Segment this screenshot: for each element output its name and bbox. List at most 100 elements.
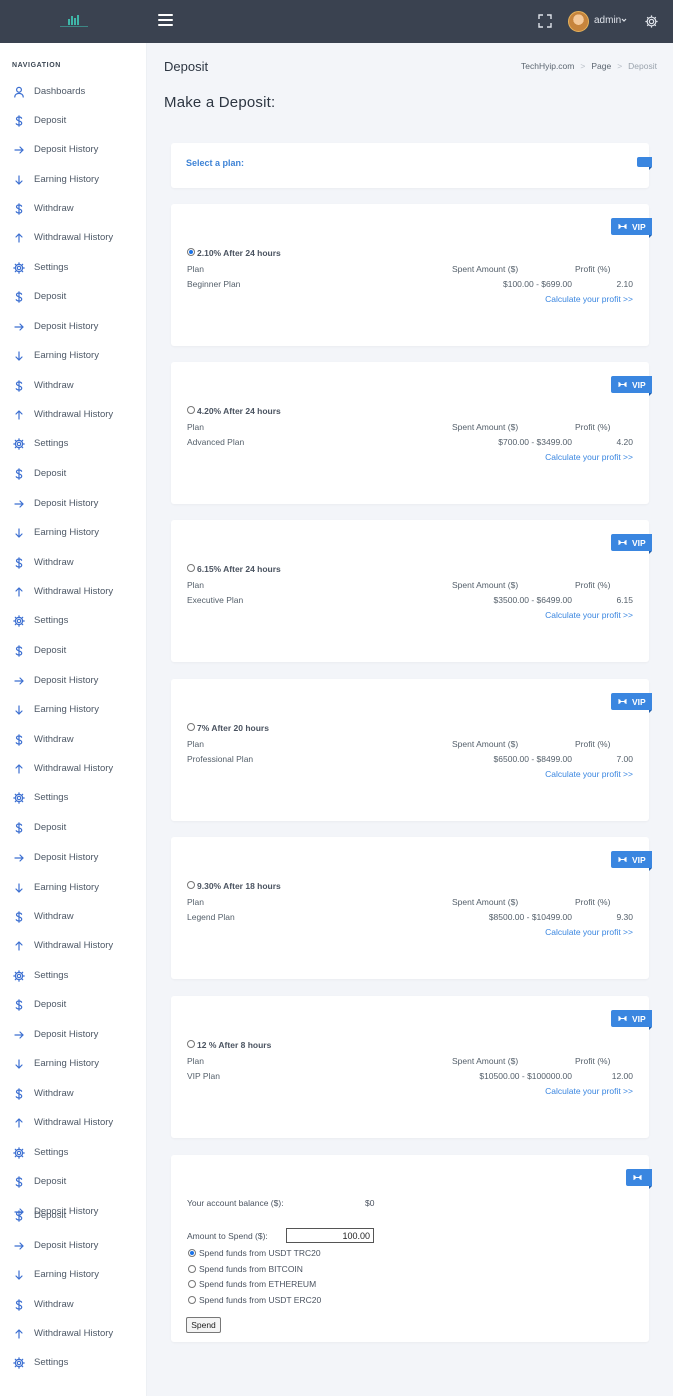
plan-radio[interactable] <box>187 406 195 414</box>
vip-badge[interactable]: VIP <box>611 218 652 238</box>
calculate-profit-link[interactable]: Calculate your profit >> <box>545 769 633 779</box>
payment-option-label: Spend funds from USDT TRC20 <box>199 1248 321 1258</box>
spend-button[interactable]: Spend <box>186 1317 221 1333</box>
expand-arrows-icon <box>618 1016 627 1021</box>
sidebar-item-label: Earning History <box>34 882 99 893</box>
plan-radio[interactable] <box>187 1040 195 1048</box>
vip-badge-label: VIP <box>632 697 646 707</box>
chevron-down-icon[interactable] <box>621 17 627 23</box>
logo[interactable] <box>58 13 90 29</box>
sidebar-item-withdraw[interactable]: Withdraw <box>0 907 146 927</box>
calculate-profit-link[interactable]: Calculate your profit >> <box>545 927 633 937</box>
sidebar-item-label: Deposit <box>34 291 67 302</box>
sidebar-item-withdrawal-history[interactable]: Withdrawal History <box>0 1324 146 1344</box>
sidebar-item-settings[interactable]: Settings <box>0 611 146 631</box>
sidebar-item-earning-history[interactable]: Earning History <box>0 1265 146 1285</box>
sidebar-item-deposit-history[interactable]: Deposit History <box>0 1236 146 1256</box>
arrow-down-icon <box>15 883 23 893</box>
dollar-icon <box>15 911 23 923</box>
gear-icon[interactable] <box>644 14 659 29</box>
plan-range: $6500.00 - $8499.00 <box>493 754 572 764</box>
sidebar-item-deposit-history[interactable]: Deposit History <box>0 671 146 691</box>
sidebar-item-deposit-history[interactable]: Deposit History <box>0 848 146 868</box>
sidebar-item-deposit[interactable]: Deposit <box>0 1206 146 1226</box>
payment-radio[interactable] <box>188 1264 196 1273</box>
payment-radio[interactable] <box>188 1280 196 1288</box>
sidebar-item-settings[interactable]: Settings <box>0 788 146 808</box>
plan-radio[interactable] <box>187 723 195 731</box>
plan-radio[interactable] <box>187 248 195 256</box>
expand-badge[interactable] <box>626 1169 652 1189</box>
avatar[interactable] <box>568 11 589 32</box>
fullscreen-icon[interactable] <box>538 14 552 28</box>
sidebar-item-withdraw[interactable]: Withdraw <box>0 199 146 219</box>
sidebar-item-deposit[interactable]: Deposit <box>0 464 146 484</box>
arrow-right-icon <box>14 854 24 862</box>
breadcrumb-page[interactable]: Page <box>591 61 611 71</box>
sidebar-item-earning-history[interactable]: Earning History <box>0 346 146 366</box>
profit-column-header: Profit (%) <box>575 739 611 749</box>
sidebar-item-withdrawal-history[interactable]: Withdrawal History <box>0 582 146 602</box>
sidebar-item-earning-history[interactable]: Earning History <box>0 523 146 543</box>
sidebar-item-withdraw[interactable]: Withdraw <box>0 1295 146 1315</box>
sidebar-item-earning-history[interactable]: Earning History <box>0 878 146 898</box>
menu-icon[interactable] <box>158 14 173 28</box>
vip-badge[interactable]: VIP <box>611 376 652 396</box>
amount-input[interactable] <box>286 1228 374 1243</box>
vip-badge[interactable]: VIP <box>611 851 652 871</box>
sidebar-item-deposit[interactable]: Deposit <box>0 287 146 307</box>
sidebar-item-earning-history[interactable]: Earning History <box>0 170 146 190</box>
vip-badge[interactable]: VIP <box>611 693 652 713</box>
sidebar-item-deposit[interactable]: Deposit <box>0 641 146 661</box>
sidebar-item-deposit[interactable]: Deposit <box>0 111 146 131</box>
sidebar-item-settings[interactable]: Settings <box>0 258 146 278</box>
sidebar-item-deposit-history[interactable]: Deposit History <box>0 140 146 160</box>
sidebar-item-earning-history[interactable]: Earning History <box>0 700 146 720</box>
vip-badge[interactable]: VIP <box>611 534 652 554</box>
profit-column-header: Profit (%) <box>575 897 611 907</box>
sidebar-item-withdraw[interactable]: Withdraw <box>0 730 146 750</box>
sidebar-item-label: Withdraw <box>34 557 74 568</box>
top-bar: admin <box>0 0 673 43</box>
sidebar-item-deposit-history[interactable]: Deposit History <box>0 1025 146 1045</box>
sidebar-item-deposit[interactable]: Deposit <box>0 818 146 838</box>
sidebar-item-withdrawal-history[interactable]: Withdrawal History <box>0 1113 146 1133</box>
sidebar-item-withdrawal-history[interactable]: Withdrawal History <box>0 759 146 779</box>
sidebar-item-withdraw[interactable]: Withdraw <box>0 553 146 573</box>
arrow-up-icon <box>15 410 23 420</box>
sidebar-item-settings[interactable]: Settings <box>0 1353 146 1373</box>
sidebar-item-withdrawal-history[interactable]: Withdrawal History <box>0 228 146 248</box>
plan-radio[interactable] <box>187 881 195 889</box>
breadcrumb-home[interactable]: TechHyip.com <box>521 61 574 71</box>
sidebar-item-label: Earning History <box>34 704 99 715</box>
sidebar-item-settings[interactable]: Settings <box>0 966 146 986</box>
payment-radio[interactable] <box>188 1295 196 1304</box>
sidebar-item-settings[interactable]: Settings <box>0 1143 146 1163</box>
sidebar-item-earning-history[interactable]: Earning History <box>0 1054 146 1074</box>
dollar-icon <box>15 1210 23 1222</box>
vip-badge[interactable]: VIP <box>611 1010 652 1030</box>
sidebar-item-label: Earning History <box>34 350 99 361</box>
dollar-icon <box>15 468 23 480</box>
page-title: Deposit <box>164 59 209 74</box>
plan-title: 6.15% After 24 hours <box>197 564 281 574</box>
calculate-profit-link[interactable]: Calculate your profit >> <box>545 610 633 620</box>
calculate-profit-link[interactable]: Calculate your profit >> <box>545 294 633 304</box>
payment-radio[interactable] <box>188 1249 196 1257</box>
sidebar-item-withdraw[interactable]: Withdraw <box>0 1084 146 1104</box>
sidebar-item-withdrawal-history[interactable]: Withdrawal History <box>0 936 146 956</box>
sidebar-item-withdraw[interactable]: Withdraw <box>0 376 146 396</box>
calculate-profit-link[interactable]: Calculate your profit >> <box>545 1086 633 1096</box>
calculate-profit-link[interactable]: Calculate your profit >> <box>545 452 633 462</box>
sidebar-item-deposit[interactable]: Deposit <box>0 995 146 1015</box>
sidebar-item-deposit[interactable]: Deposit <box>0 1172 146 1192</box>
plan-profit: 2.10 <box>616 279 633 289</box>
sidebar-item-settings[interactable]: Settings <box>0 434 146 454</box>
sidebar-item-label: Settings <box>34 792 69 803</box>
sidebar-item-withdrawal-history[interactable]: Withdrawal History <box>0 405 146 425</box>
sidebar-item-deposit-history[interactable]: Deposit History <box>0 317 146 337</box>
sidebar-item-dashboards[interactable]: Dashboards <box>0 82 146 102</box>
user-name[interactable]: admin <box>594 15 621 26</box>
sidebar-item-deposit-history[interactable]: Deposit History <box>0 494 146 514</box>
plan-radio[interactable] <box>187 564 195 572</box>
